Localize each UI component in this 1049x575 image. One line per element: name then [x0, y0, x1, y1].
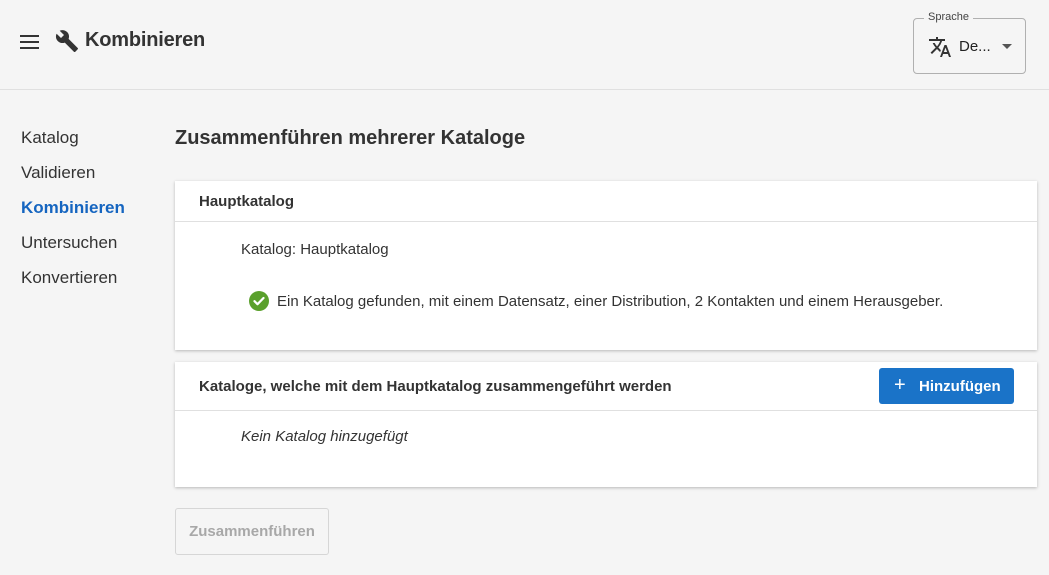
- sidebar-item-kombinieren[interactable]: Kombinieren: [21, 194, 161, 229]
- merge-button[interactable]: Zusammenführen: [175, 508, 329, 555]
- catalog-name-label: Katalog: Hauptkatalog: [241, 241, 389, 258]
- app-title: Kombinieren: [85, 29, 206, 51]
- sidebar-item-validieren[interactable]: Validieren: [21, 159, 161, 194]
- sidebar-nav: Katalog Validieren Kombinieren Untersuch…: [21, 124, 161, 299]
- wrench-icon: [55, 30, 78, 52]
- language-select[interactable]: Sprache De...: [913, 11, 1026, 74]
- app-header: Kombinieren Sprache De...: [0, 0, 1049, 90]
- card-header: Hauptkatalog: [175, 181, 1037, 222]
- main-catalog-card: Hauptkatalog Katalog: Hauptkatalog Ein K…: [175, 181, 1037, 350]
- language-select-legend: Sprache: [924, 11, 973, 23]
- add-catalog-button[interactable]: + Hinzufügen: [879, 368, 1014, 404]
- translate-icon: [929, 37, 951, 57]
- merge-catalogs-card: Kataloge, welche mit dem Hauptkatalog zu…: [175, 362, 1037, 487]
- page-title: Zusammenführen mehrerer Kataloge: [175, 127, 526, 149]
- language-select-value: De...: [959, 38, 991, 55]
- sidebar-item-untersuchen[interactable]: Untersuchen: [21, 229, 161, 264]
- merge-catalogs-heading: Kataloge, welche mit dem Hauptkatalog zu…: [199, 378, 672, 395]
- sidebar-item-konvertieren[interactable]: Konvertieren: [21, 264, 161, 299]
- empty-catalog-message: Kein Katalog hinzugefügt: [241, 428, 408, 445]
- add-catalog-button-label: Hinzufügen: [919, 378, 1001, 395]
- check-circle-icon: [249, 291, 269, 311]
- sidebar-item-katalog[interactable]: Katalog: [21, 124, 161, 159]
- dropdown-arrow-icon: [1002, 44, 1012, 49]
- menu-icon[interactable]: [20, 35, 39, 49]
- card-header: Kataloge, welche mit dem Hauptkatalog zu…: [175, 362, 1037, 411]
- main-catalog-heading: Hauptkatalog: [199, 193, 295, 210]
- catalog-status-text: Ein Katalog gefunden, mit einem Datensat…: [277, 293, 944, 310]
- plus-icon: +: [894, 374, 906, 396]
